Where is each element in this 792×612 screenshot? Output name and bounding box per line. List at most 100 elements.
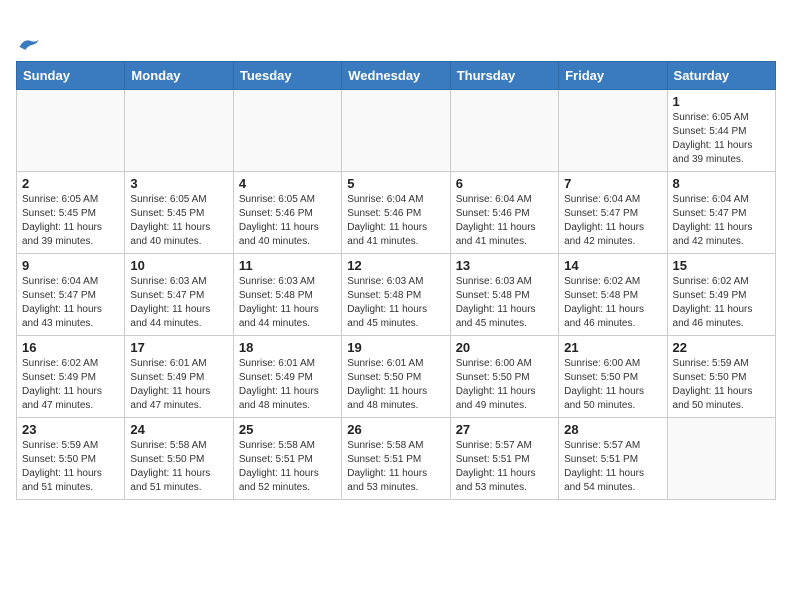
calendar-cell: 4 Sunrise: 6:05 AMSunset: 5:46 PMDaylight… bbox=[233, 172, 341, 254]
day-info: Sunrise: 6:04 AMSunset: 5:47 PMDaylight:… bbox=[564, 193, 661, 249]
day-number: 28 bbox=[564, 422, 661, 437]
day-number: 12 bbox=[347, 258, 444, 273]
calendar-cell: 20 Sunrise: 6:00 AMSunset: 5:50 PMDayligh… bbox=[450, 336, 558, 418]
day-info: Sunrise: 6:03 AMSunset: 5:47 PMDaylight:… bbox=[130, 275, 227, 331]
day-number: 13 bbox=[456, 258, 553, 273]
weekday-header-friday: Friday bbox=[559, 62, 667, 90]
day-number: 22 bbox=[673, 340, 770, 355]
calendar-cell: 8 Sunrise: 6:04 AMSunset: 5:47 PMDaylight… bbox=[667, 172, 775, 254]
calendar-cell bbox=[559, 90, 667, 172]
day-number: 2 bbox=[22, 176, 119, 191]
day-info: Sunrise: 6:03 AMSunset: 5:48 PMDaylight:… bbox=[456, 275, 553, 331]
calendar-cell: 7 Sunrise: 6:04 AMSunset: 5:47 PMDaylight… bbox=[559, 172, 667, 254]
day-info: Sunrise: 6:05 AMSunset: 5:45 PMDaylight:… bbox=[130, 193, 227, 249]
day-number: 4 bbox=[239, 176, 336, 191]
calendar-week-row: 16 Sunrise: 6:02 AMSunset: 5:49 PMDayligh… bbox=[17, 336, 776, 418]
day-info: Sunrise: 5:58 AMSunset: 5:51 PMDaylight:… bbox=[239, 439, 336, 495]
day-info: Sunrise: 6:00 AMSunset: 5:50 PMDaylight:… bbox=[564, 357, 661, 413]
weekday-header-thursday: Thursday bbox=[450, 62, 558, 90]
day-number: 26 bbox=[347, 422, 444, 437]
calendar-cell bbox=[125, 90, 233, 172]
day-info: Sunrise: 5:59 AMSunset: 5:50 PMDaylight:… bbox=[22, 439, 119, 495]
day-number: 7 bbox=[564, 176, 661, 191]
weekday-header-monday: Monday bbox=[125, 62, 233, 90]
day-number: 15 bbox=[673, 258, 770, 273]
calendar-cell bbox=[667, 418, 775, 500]
day-number: 16 bbox=[22, 340, 119, 355]
calendar-week-row: 23 Sunrise: 5:59 AMSunset: 5:50 PMDayligh… bbox=[17, 418, 776, 500]
calendar-cell: 1 Sunrise: 6:05 AMSunset: 5:44 PMDaylight… bbox=[667, 90, 775, 172]
calendar-cell bbox=[342, 90, 450, 172]
calendar-cell: 23 Sunrise: 5:59 AMSunset: 5:50 PMDayligh… bbox=[17, 418, 125, 500]
day-info: Sunrise: 5:58 AMSunset: 5:51 PMDaylight:… bbox=[347, 439, 444, 495]
day-number: 14 bbox=[564, 258, 661, 273]
calendar-cell: 17 Sunrise: 6:01 AMSunset: 5:49 PMDayligh… bbox=[125, 336, 233, 418]
page: SundayMondayTuesdayWednesdayThursdayFrid… bbox=[0, 0, 792, 612]
calendar-week-row: 2 Sunrise: 6:05 AMSunset: 5:45 PMDaylight… bbox=[17, 172, 776, 254]
calendar-cell: 16 Sunrise: 6:02 AMSunset: 5:49 PMDayligh… bbox=[17, 336, 125, 418]
day-info: Sunrise: 5:59 AMSunset: 5:50 PMDaylight:… bbox=[673, 357, 770, 413]
day-number: 9 bbox=[22, 258, 119, 273]
day-info: Sunrise: 6:01 AMSunset: 5:50 PMDaylight:… bbox=[347, 357, 444, 413]
day-number: 19 bbox=[347, 340, 444, 355]
calendar-cell: 26 Sunrise: 5:58 AMSunset: 5:51 PMDayligh… bbox=[342, 418, 450, 500]
calendar-cell: 28 Sunrise: 5:57 AMSunset: 5:51 PMDayligh… bbox=[559, 418, 667, 500]
day-info: Sunrise: 5:57 AMSunset: 5:51 PMDaylight:… bbox=[456, 439, 553, 495]
day-info: Sunrise: 6:03 AMSunset: 5:48 PMDaylight:… bbox=[239, 275, 336, 331]
weekday-header-tuesday: Tuesday bbox=[233, 62, 341, 90]
calendar-cell: 24 Sunrise: 5:58 AMSunset: 5:50 PMDayligh… bbox=[125, 418, 233, 500]
day-number: 25 bbox=[239, 422, 336, 437]
calendar-week-row: 1 Sunrise: 6:05 AMSunset: 5:44 PMDaylight… bbox=[17, 90, 776, 172]
day-info: Sunrise: 6:04 AMSunset: 5:46 PMDaylight:… bbox=[456, 193, 553, 249]
calendar-cell: 3 Sunrise: 6:05 AMSunset: 5:45 PMDaylight… bbox=[125, 172, 233, 254]
logo bbox=[16, 14, 40, 55]
calendar-cell: 15 Sunrise: 6:02 AMSunset: 5:49 PMDayligh… bbox=[667, 254, 775, 336]
calendar-cell: 22 Sunrise: 5:59 AMSunset: 5:50 PMDayligh… bbox=[667, 336, 775, 418]
calendar-cell bbox=[17, 90, 125, 172]
day-number: 5 bbox=[347, 176, 444, 191]
calendar-week-row: 9 Sunrise: 6:04 AMSunset: 5:47 PMDaylight… bbox=[17, 254, 776, 336]
day-info: Sunrise: 6:03 AMSunset: 5:48 PMDaylight:… bbox=[347, 275, 444, 331]
day-number: 23 bbox=[22, 422, 119, 437]
day-info: Sunrise: 6:04 AMSunset: 5:47 PMDaylight:… bbox=[22, 275, 119, 331]
day-number: 21 bbox=[564, 340, 661, 355]
calendar-cell: 9 Sunrise: 6:04 AMSunset: 5:47 PMDaylight… bbox=[17, 254, 125, 336]
day-info: Sunrise: 5:57 AMSunset: 5:51 PMDaylight:… bbox=[564, 439, 661, 495]
day-number: 3 bbox=[130, 176, 227, 191]
day-info: Sunrise: 6:01 AMSunset: 5:49 PMDaylight:… bbox=[239, 357, 336, 413]
day-number: 18 bbox=[239, 340, 336, 355]
calendar-cell: 2Sunrise: 6:05 AMSunset: 5:45 PMDaylight… bbox=[17, 172, 125, 254]
day-info: Sunrise: 6:02 AMSunset: 5:49 PMDaylight:… bbox=[22, 357, 119, 413]
day-number: 24 bbox=[130, 422, 227, 437]
day-number: 8 bbox=[673, 176, 770, 191]
calendar-cell: 27 Sunrise: 5:57 AMSunset: 5:51 PMDayligh… bbox=[450, 418, 558, 500]
day-info: Sunrise: 6:05 AMSunset: 5:44 PMDaylight:… bbox=[673, 111, 770, 167]
weekday-header-sunday: Sunday bbox=[17, 62, 125, 90]
day-number: 11 bbox=[239, 258, 336, 273]
header bbox=[16, 10, 776, 55]
calendar-cell: 19 Sunrise: 6:01 AMSunset: 5:50 PMDayligh… bbox=[342, 336, 450, 418]
day-info: Sunrise: 6:01 AMSunset: 5:49 PMDaylight:… bbox=[130, 357, 227, 413]
logo-bird-icon bbox=[18, 33, 40, 55]
day-info: Sunrise: 6:05 AMSunset: 5:46 PMDaylight:… bbox=[239, 193, 336, 249]
day-number: 6 bbox=[456, 176, 553, 191]
day-number: 20 bbox=[456, 340, 553, 355]
calendar-cell: 14 Sunrise: 6:02 AMSunset: 5:48 PMDayligh… bbox=[559, 254, 667, 336]
calendar-cell bbox=[450, 90, 558, 172]
day-number: 17 bbox=[130, 340, 227, 355]
calendar-cell: 18 Sunrise: 6:01 AMSunset: 5:49 PMDayligh… bbox=[233, 336, 341, 418]
day-info: Sunrise: 6:00 AMSunset: 5:50 PMDaylight:… bbox=[456, 357, 553, 413]
day-number: 27 bbox=[456, 422, 553, 437]
day-info: Sunrise: 6:02 AMSunset: 5:49 PMDaylight:… bbox=[673, 275, 770, 331]
calendar-cell bbox=[233, 90, 341, 172]
calendar-cell: 13 Sunrise: 6:03 AMSunset: 5:48 PMDayligh… bbox=[450, 254, 558, 336]
calendar-cell: 12 Sunrise: 6:03 AMSunset: 5:48 PMDayligh… bbox=[342, 254, 450, 336]
day-info: Sunrise: 6:02 AMSunset: 5:48 PMDaylight:… bbox=[564, 275, 661, 331]
weekday-header-wednesday: Wednesday bbox=[342, 62, 450, 90]
calendar-cell: 5Sunrise: 6:04 AMSunset: 5:46 PMDaylight… bbox=[342, 172, 450, 254]
day-number: 1 bbox=[673, 94, 770, 109]
day-info: Sunrise: 5:58 AMSunset: 5:50 PMDaylight:… bbox=[130, 439, 227, 495]
weekday-header-row: SundayMondayTuesdayWednesdayThursdayFrid… bbox=[17, 62, 776, 90]
calendar-cell: 10Sunrise: 6:03 AMSunset: 5:47 PMDayligh… bbox=[125, 254, 233, 336]
day-info: Sunrise: 6:04 AMSunset: 5:47 PMDaylight:… bbox=[673, 193, 770, 249]
